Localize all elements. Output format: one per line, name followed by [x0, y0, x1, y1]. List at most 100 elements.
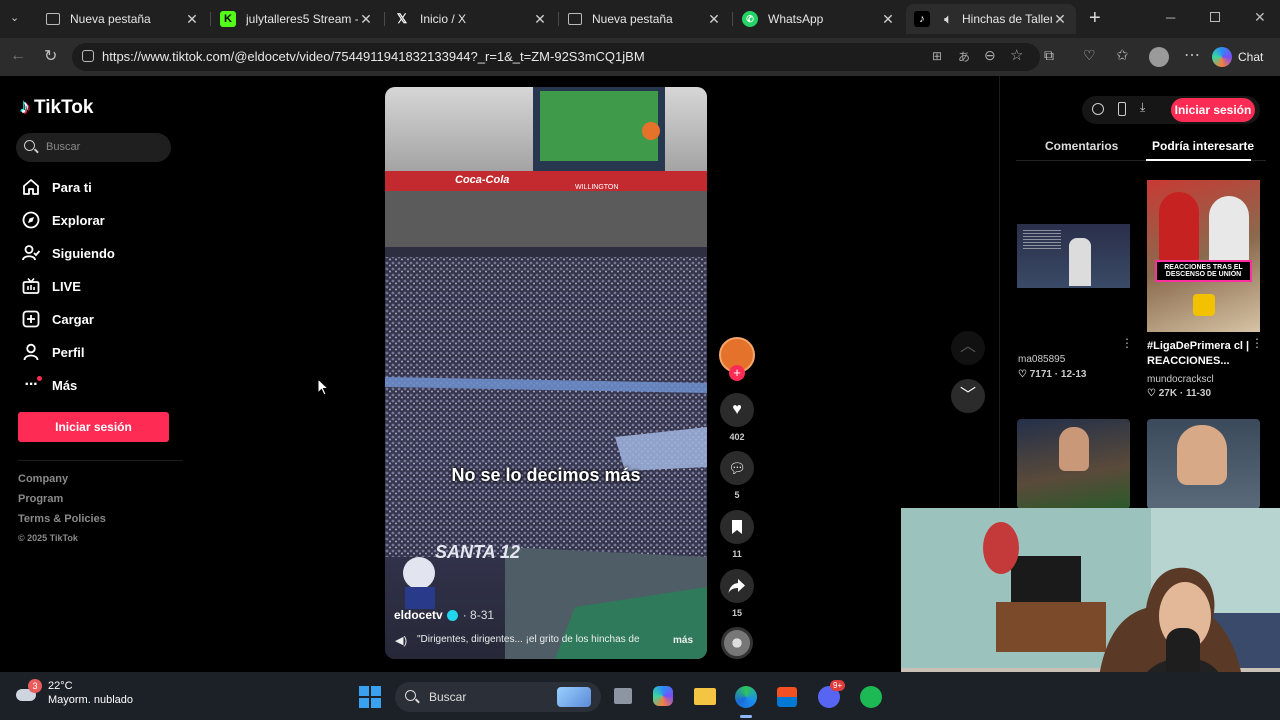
tab-tiktok-active[interactable]: ♪ 🔈︎ Hinchas de Talleres ✕: [906, 4, 1076, 34]
share-button[interactable]: [720, 569, 754, 603]
close-icon[interactable]: ✕: [706, 11, 722, 28]
zoom-icon[interactable]: ⊖: [984, 47, 996, 64]
mobile-icon[interactable]: [1118, 102, 1126, 116]
footer-terms[interactable]: Terms & Policies: [18, 513, 106, 525]
browser-tab-icon: [46, 13, 60, 25]
taskbar-search[interactable]: Buscar: [395, 682, 601, 712]
address-bar[interactable]: https://www.tiktok.com/@eldocetv/video/7…: [72, 43, 1040, 71]
weather-badge: 3: [28, 679, 42, 693]
card-menu-icon[interactable]: ⋮: [1251, 336, 1263, 350]
save-button[interactable]: [720, 510, 754, 544]
search-placeholder: Buscar: [46, 141, 81, 153]
window-close-icon[interactable]: ✕: [1254, 9, 1266, 26]
login-button[interactable]: Iniciar sesión: [18, 412, 169, 442]
card-thumbnail-logo: [1193, 294, 1215, 316]
upload-icon: [22, 310, 40, 328]
back-icon[interactable]: ←: [10, 47, 26, 65]
menu-dots-icon[interactable]: ⋯: [1184, 45, 1200, 65]
temperature: 22°C: [48, 680, 73, 692]
next-video-button[interactable]: ﹀: [951, 379, 985, 413]
start-button[interactable]: [359, 686, 381, 708]
translate-icon[interactable]: あ: [958, 48, 970, 65]
tiktok-logo[interactable]: ♪ TikTok: [20, 96, 93, 119]
nav-item-explorar[interactable]: Explorar: [22, 211, 105, 229]
nav-item-mas[interactable]: ··· Más: [22, 376, 77, 394]
edge-icon[interactable]: [735, 686, 757, 708]
tab-x-inicio[interactable]: 𝕏 Inicio / X ✕: [386, 4, 556, 34]
extensions-icon[interactable]: ⧉: [1044, 47, 1054, 64]
refresh-icon[interactable]: ↻: [44, 46, 57, 66]
favorites-icon[interactable]: ✩: [1116, 46, 1129, 64]
copilot-icon[interactable]: [653, 686, 673, 706]
tab-kick-stream[interactable]: K julytalleres5 Stream - W ✕: [212, 4, 382, 34]
nav-item-para-ti[interactable]: Para ti: [22, 178, 92, 196]
card-stats-text: 27K · 11-30: [1158, 388, 1212, 399]
download-icon[interactable]: ⤓: [1140, 100, 1145, 115]
panel-login-button[interactable]: Iniciar sesión: [1171, 98, 1255, 122]
recommended-card[interactable]: REACCIONES TRAS EL DESCENSO DE UNIÓN: [1147, 180, 1260, 332]
follow-plus-icon[interactable]: +: [729, 365, 745, 381]
url-text[interactable]: https://www.tiktok.com/@eldocetv/video/7…: [102, 49, 645, 64]
tab-title: WhatsApp: [768, 12, 824, 26]
recommended-card[interactable]: [1017, 180, 1130, 332]
copilot-chat-button[interactable]: Chat: [1212, 45, 1263, 69]
tab-actions-icon[interactable]: ⌄: [10, 11, 26, 27]
close-icon[interactable]: ✕: [532, 11, 548, 28]
store-icon[interactable]: [777, 687, 797, 707]
file-explorer-icon[interactable]: [694, 688, 716, 705]
tab-nueva-pestana-1[interactable]: Nueva pestaña ✕: [38, 4, 208, 34]
search-input[interactable]: Buscar: [16, 133, 171, 162]
nav-item-live[interactable]: LIVE: [22, 277, 81, 295]
footer-program[interactable]: Program: [18, 493, 63, 505]
app-install-icon[interactable]: ⊞: [932, 49, 942, 63]
close-icon[interactable]: ✕: [358, 11, 374, 28]
footer-company[interactable]: Company: [18, 473, 68, 485]
restore-icon[interactable]: [1210, 12, 1220, 22]
avatar[interactable]: [1149, 47, 1169, 67]
nav-label: LIVE: [52, 278, 81, 294]
speaker-icon[interactable]: 🔈︎: [940, 11, 956, 27]
tab-comentarios[interactable]: Comentarios: [1045, 139, 1118, 153]
heart-outline-icon: ♡: [1147, 388, 1156, 399]
tab-podria-interesarte[interactable]: Podría interesarte: [1152, 139, 1254, 153]
weather-widget[interactable]: 3 22°C Mayorm. nublado: [14, 679, 133, 706]
card-stats-text: 7171 · 12-13: [1029, 369, 1087, 380]
nav-item-siguiendo[interactable]: Siguiendo: [22, 244, 115, 262]
spotify-icon[interactable]: [860, 686, 882, 708]
minimize-icon[interactable]: ─: [1166, 10, 1175, 25]
comment-button[interactable]: 💬︎: [720, 451, 754, 485]
video-frame: [385, 87, 707, 659]
close-icon[interactable]: ✕: [184, 11, 200, 28]
task-view-icon[interactable]: [614, 688, 632, 704]
share-count: 15: [731, 608, 742, 618]
video-player[interactable]: Coca-Cola WILLINGTON SANTA 12 No se lo d…: [385, 87, 707, 659]
footer-copyright: © 2025 TikTok: [18, 533, 78, 543]
recommended-card[interactable]: [1017, 419, 1130, 509]
close-icon[interactable]: ✕: [880, 11, 896, 28]
card-thumbnail-person: [1059, 427, 1089, 471]
like-button[interactable]: ♥: [720, 393, 754, 427]
tab-nueva-pestana-2[interactable]: Nueva pestaña ✕: [560, 4, 730, 34]
speaker-icon[interactable]: ◀): [395, 634, 407, 647]
video-author[interactable]: eldocetv · 8-31: [394, 608, 494, 622]
card-stats: ♡ 27K · 11-30: [1147, 388, 1211, 399]
tab-whatsapp[interactable]: ✆ WhatsApp ✕: [734, 4, 904, 34]
dashboard-icon[interactable]: [1092, 103, 1104, 115]
browser-tab-strip: ⌄ Nueva pestaña ✕ K julytalleres5 Stream…: [0, 0, 1280, 38]
nav-item-perfil[interactable]: Perfil: [22, 343, 85, 361]
favorite-star-icon[interactable]: ☆: [1010, 46, 1023, 64]
more-link[interactable]: más: [673, 635, 693, 646]
chat-label: Chat: [1238, 50, 1264, 64]
nav-item-cargar[interactable]: Cargar: [22, 310, 94, 328]
recommended-card[interactable]: [1147, 419, 1260, 509]
search-icon-handle: [34, 148, 39, 154]
new-tab-button[interactable]: +: [1089, 7, 1101, 30]
whatsapp-icon: ✆: [742, 11, 758, 27]
browser-essentials-icon[interactable]: ♡: [1083, 47, 1096, 64]
close-icon[interactable]: ✕: [1052, 11, 1068, 28]
card-menu-icon[interactable]: ⋮: [1121, 336, 1133, 350]
site-info-icon[interactable]: [82, 50, 94, 62]
music-disc-icon[interactable]: [721, 627, 753, 659]
discord-icon[interactable]: 9+: [818, 680, 846, 708]
previous-video-button[interactable]: ︿: [951, 331, 985, 365]
